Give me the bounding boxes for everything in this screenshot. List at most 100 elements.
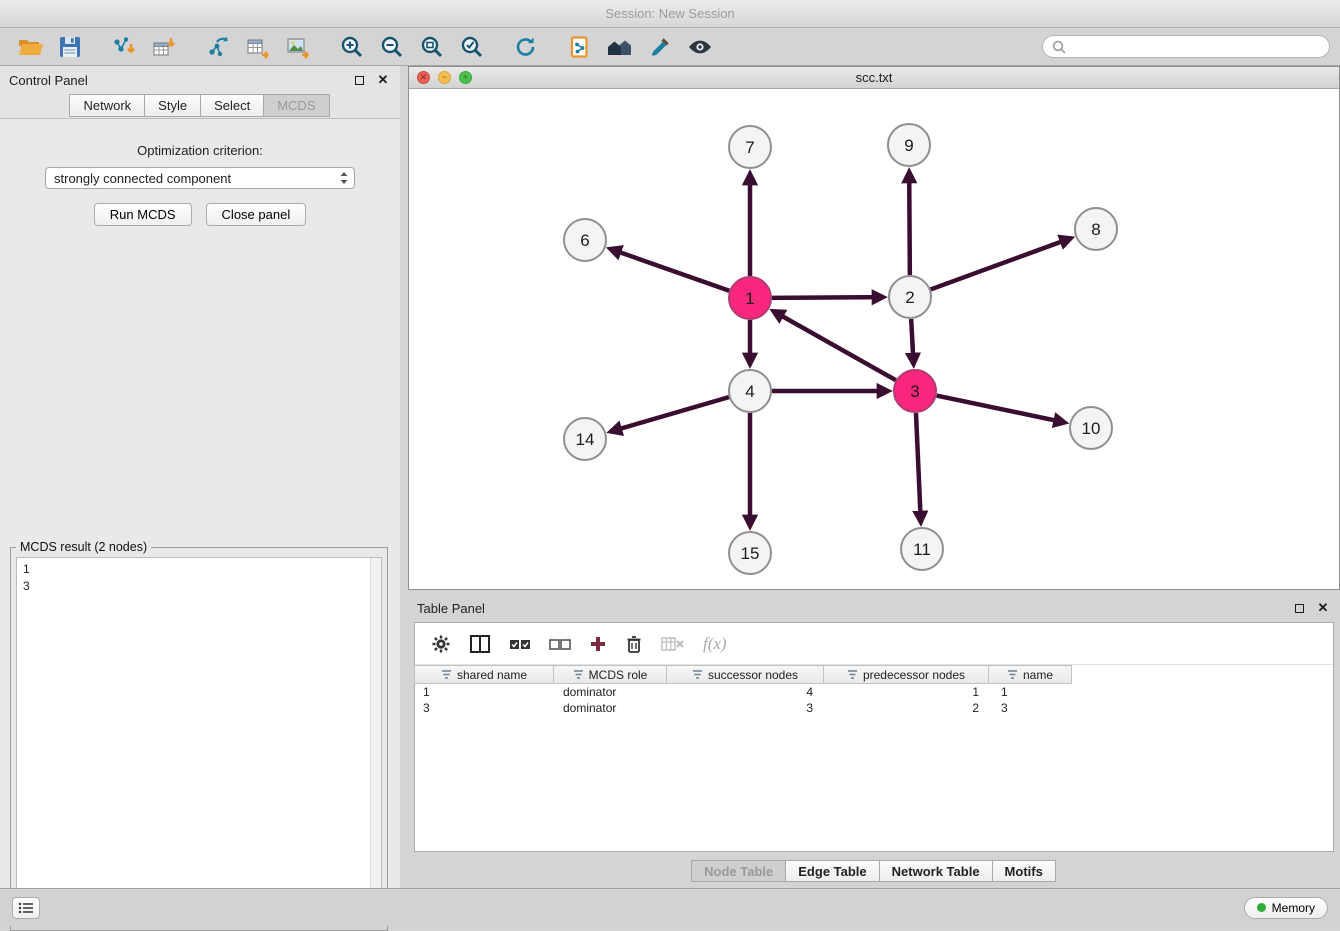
- tab-select[interactable]: Select: [200, 94, 264, 117]
- import-table-button[interactable]: [144, 31, 184, 63]
- graph-edge-3-1[interactable]: [774, 311, 896, 380]
- tab-node-table[interactable]: Node Table: [691, 860, 786, 882]
- column-header-predecessor-nodes[interactable]: predecessor nodes: [823, 665, 989, 684]
- table-cell[interactable]: 1: [415, 684, 555, 700]
- graph-edge-1-6[interactable]: [610, 249, 729, 291]
- table-cell[interactable]: 3: [993, 700, 1077, 716]
- table-settings-button[interactable]: [431, 634, 451, 654]
- close-panel-button[interactable]: Close panel: [206, 203, 307, 226]
- graph-edge-4-14[interactable]: [611, 397, 729, 431]
- status-bar: Memory: [0, 888, 1340, 926]
- table-cell[interactable]: dominator: [555, 700, 669, 716]
- tab-style[interactable]: Style: [144, 94, 201, 117]
- table-panel-float-button[interactable]: [1291, 600, 1307, 616]
- table-row[interactable]: 1dominator411: [415, 684, 1333, 700]
- table-cell[interactable]: 3: [415, 700, 555, 716]
- clone-network-button[interactable]: [560, 31, 600, 63]
- search-input[interactable]: [1071, 40, 1320, 54]
- tab-edge-table[interactable]: Edge Table: [785, 860, 879, 882]
- graph-edge-3-10[interactable]: [937, 396, 1065, 423]
- column-header-successor-nodes[interactable]: successor nodes: [666, 665, 824, 684]
- table-cell[interactable]: 3: [669, 700, 827, 716]
- graph-node-7[interactable]: 7: [729, 126, 771, 168]
- graph-edge-2-3[interactable]: [911, 319, 913, 364]
- minimize-window-icon[interactable]: −: [438, 71, 451, 84]
- graph-node-3[interactable]: 3: [894, 370, 936, 412]
- refresh-button[interactable]: [506, 31, 546, 63]
- show-hide-button[interactable]: [680, 31, 720, 63]
- delete-table-icon: [661, 635, 685, 653]
- show-columns-button[interactable]: [469, 634, 491, 654]
- graph-node-11[interactable]: 11: [901, 528, 943, 570]
- home-icon: [607, 35, 633, 59]
- tab-mcds[interactable]: MCDS: [263, 94, 329, 117]
- graph-node-14[interactable]: 14: [564, 418, 606, 460]
- create-column-button[interactable]: [589, 635, 607, 653]
- export-image-button[interactable]: [278, 31, 318, 63]
- float-icon: [355, 76, 364, 85]
- memory-status-icon: [1257, 903, 1266, 912]
- graph-node-2[interactable]: 2: [889, 276, 931, 318]
- table-panel-close-button[interactable]: ✕: [1315, 600, 1331, 616]
- graph-node-9[interactable]: 9: [888, 124, 930, 166]
- table-cell[interactable]: 4: [669, 684, 827, 700]
- table-row[interactable]: 3dominator323: [415, 700, 1333, 716]
- tab-network[interactable]: Network: [69, 94, 145, 117]
- traffic-lights: ✕ − +: [417, 71, 472, 84]
- column-header-shared-name[interactable]: shared name: [414, 665, 554, 684]
- control-panel-float-button[interactable]: [351, 72, 367, 88]
- import-network-button[interactable]: [104, 31, 144, 63]
- column-header-mcds-role[interactable]: MCDS role: [553, 665, 667, 684]
- table-cell[interactable]: 1: [993, 684, 1077, 700]
- save-session-button[interactable]: [50, 31, 90, 63]
- control-panel-close-button[interactable]: ✕: [375, 72, 391, 88]
- search-field[interactable]: [1042, 35, 1330, 58]
- table-cell[interactable]: 1: [827, 684, 993, 700]
- function-builder-button[interactable]: f(x): [703, 634, 727, 654]
- zoom-in-button[interactable]: [332, 31, 372, 63]
- select-all-columns-button[interactable]: [509, 636, 531, 652]
- graph-node-1[interactable]: 1: [729, 277, 771, 319]
- table-cell[interactable]: 2: [827, 700, 993, 716]
- deselect-all-columns-button[interactable]: [549, 636, 571, 652]
- memory-button[interactable]: Memory: [1244, 897, 1328, 919]
- zoom-out-button[interactable]: [372, 31, 412, 63]
- zoom-fit-button[interactable]: [412, 31, 452, 63]
- graph-edge-3-11[interactable]: [916, 413, 921, 522]
- column-header-name[interactable]: name: [988, 665, 1072, 684]
- network-window-titlebar[interactable]: ✕ − + scc.txt: [409, 67, 1339, 89]
- graph-edge-2-8[interactable]: [931, 238, 1071, 289]
- graph-node-6[interactable]: 6: [564, 219, 606, 261]
- log-console-button[interactable]: [12, 897, 40, 919]
- delete-table-button[interactable]: [661, 635, 685, 653]
- close-window-icon[interactable]: ✕: [417, 71, 430, 84]
- style-brush-button[interactable]: [640, 31, 680, 63]
- graph-node-8[interactable]: 8: [1075, 208, 1117, 250]
- graph-node-15[interactable]: 15: [729, 532, 771, 574]
- graph-node-10[interactable]: 10: [1070, 407, 1112, 449]
- open-session-button[interactable]: [10, 31, 50, 63]
- network-canvas[interactable]: 7 9 6 8 1 2 4 3 14 10 15 11: [409, 89, 1339, 589]
- graph-node-4[interactable]: 4: [729, 370, 771, 412]
- export-network-button[interactable]: [198, 31, 238, 63]
- graph-edge-2-9[interactable]: [909, 172, 910, 275]
- sort-icon: [441, 669, 452, 680]
- memory-label: Memory: [1272, 901, 1315, 915]
- mcds-result-list: 13: [16, 557, 382, 925]
- result-scrollbar[interactable]: [370, 558, 381, 924]
- delete-column-button[interactable]: [625, 634, 643, 654]
- tab-network-table[interactable]: Network Table: [879, 860, 993, 882]
- zoom-selected-icon: [460, 35, 484, 59]
- zoom-selected-button[interactable]: [452, 31, 492, 63]
- export-table-button[interactable]: [238, 31, 278, 63]
- table-panel: Table Panel ✕: [408, 596, 1340, 888]
- graph-edge-1-2[interactable]: [772, 297, 883, 298]
- run-mcds-button[interactable]: Run MCDS: [94, 203, 192, 226]
- window-titlebar: Session: New Session: [0, 0, 1340, 28]
- tab-motifs[interactable]: Motifs: [992, 860, 1056, 882]
- home-view-button[interactable]: [600, 31, 640, 63]
- criterion-dropdown-value: strongly connected component: [54, 171, 338, 186]
- criterion-dropdown[interactable]: strongly connected component: [45, 167, 355, 189]
- maximize-window-icon[interactable]: +: [459, 71, 472, 84]
- table-cell[interactable]: dominator: [555, 684, 669, 700]
